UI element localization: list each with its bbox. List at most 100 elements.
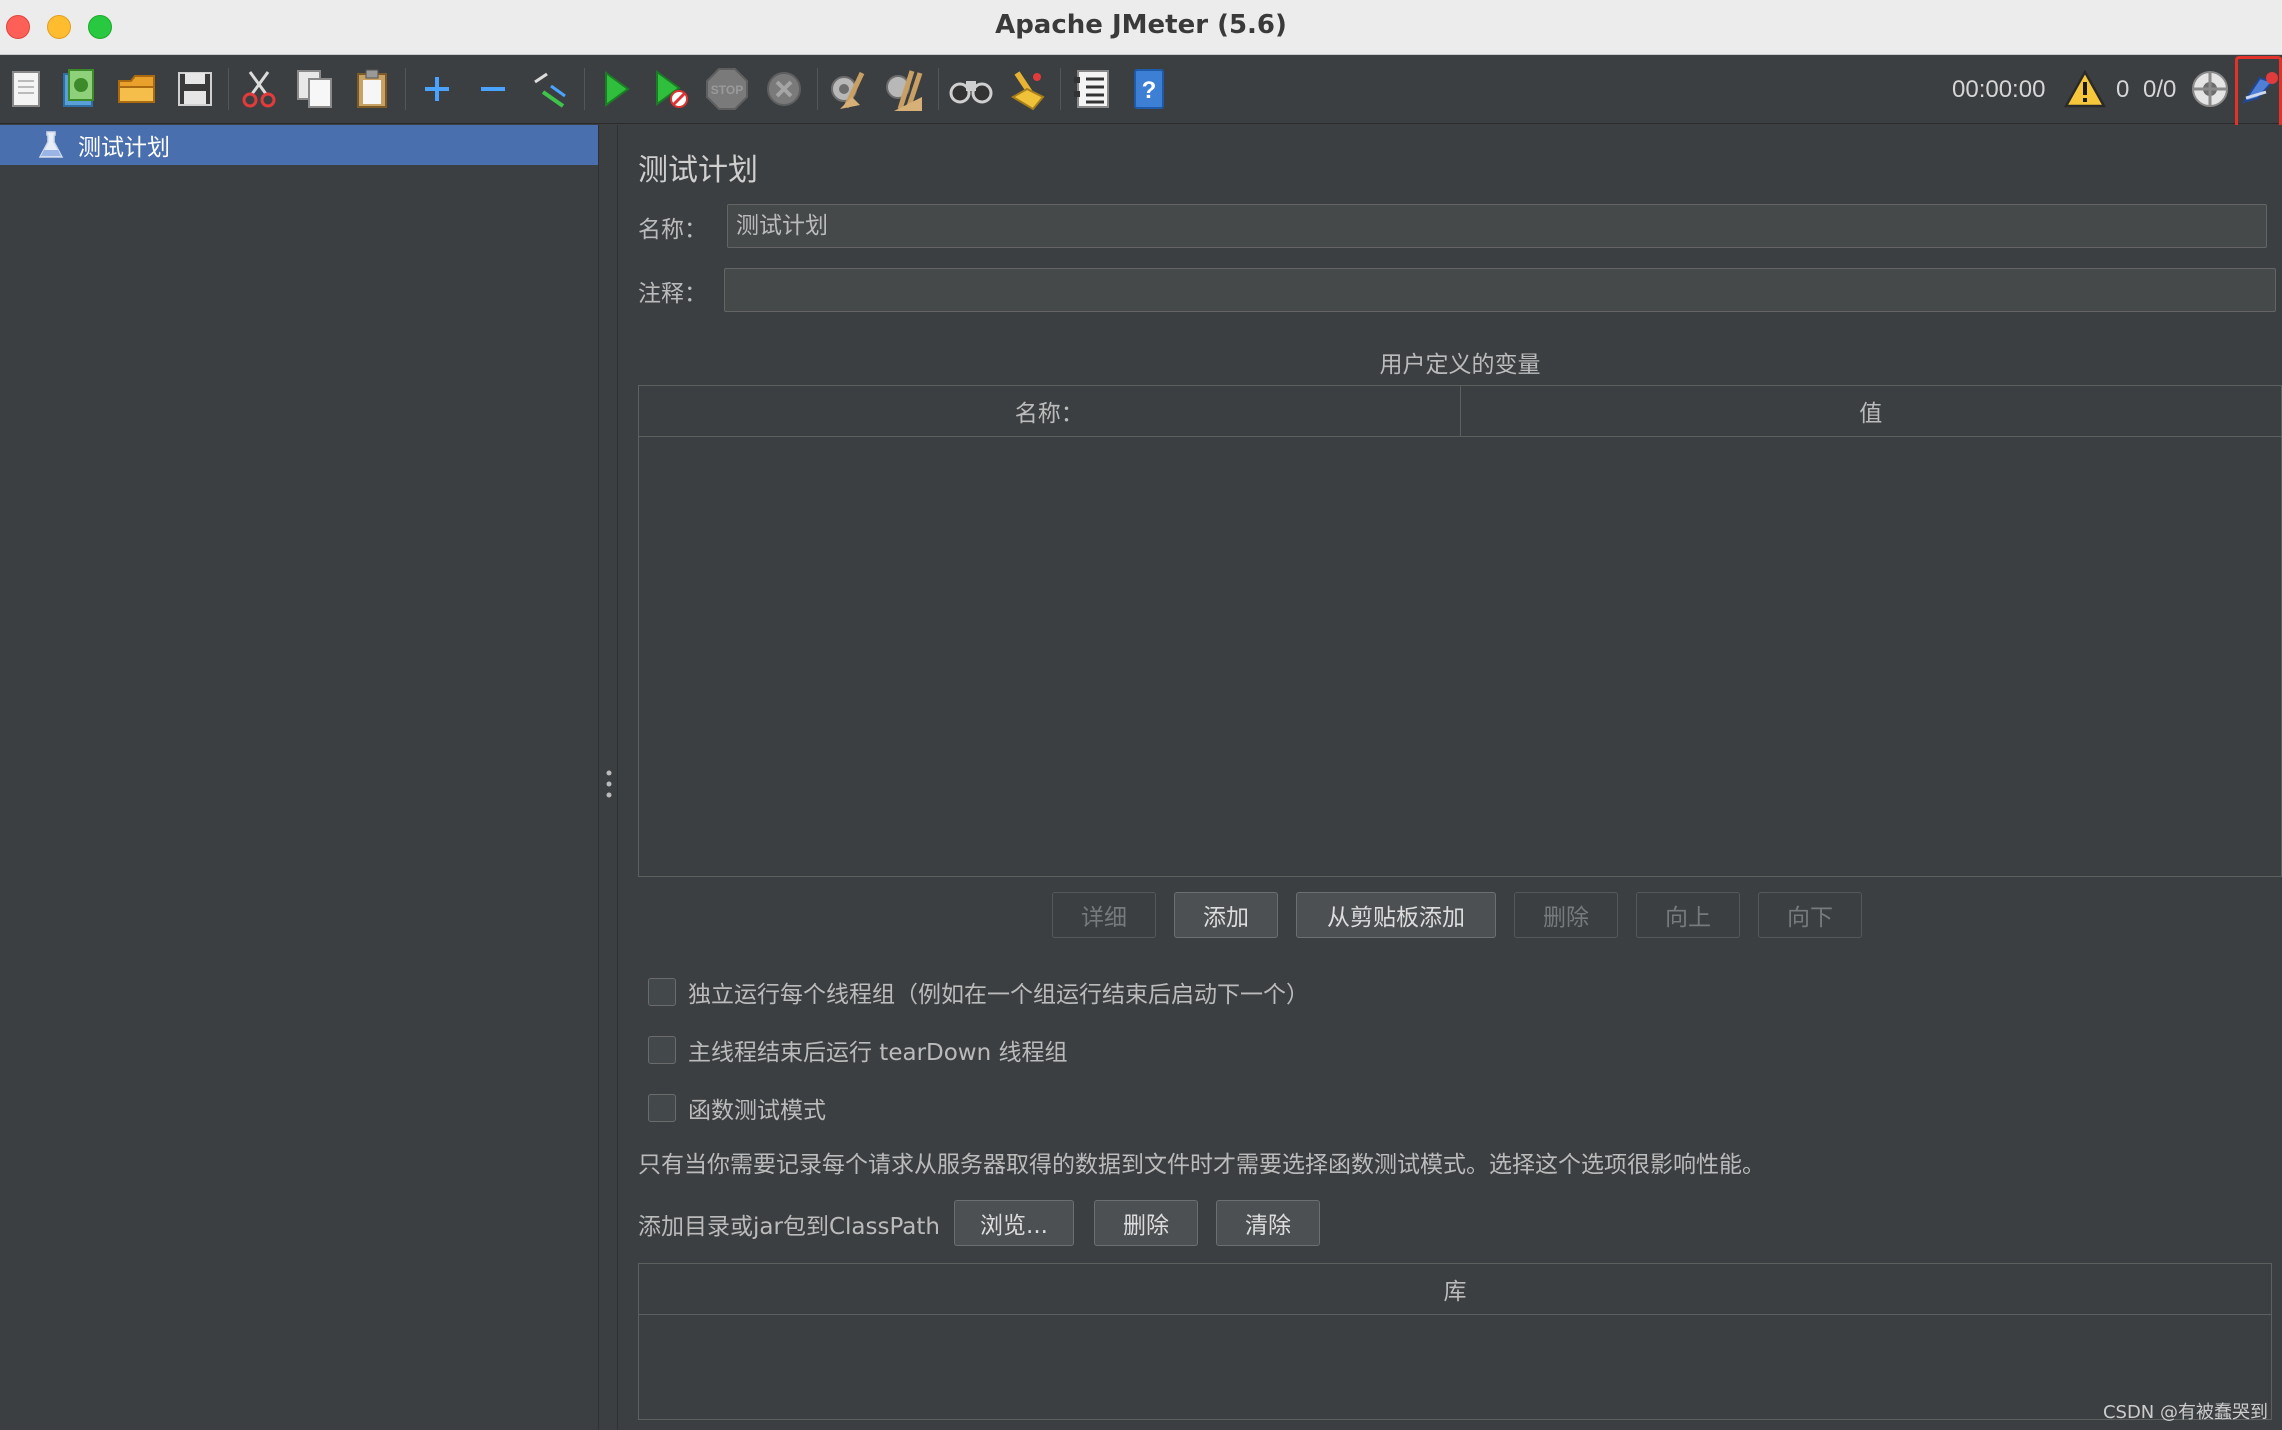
expand-all-button[interactable] xyxy=(414,66,460,112)
svg-text:STOP: STOP xyxy=(711,83,743,97)
templates-icon xyxy=(63,69,94,107)
classpath-clear-button[interactable]: 清除 xyxy=(1216,1200,1320,1246)
run-consecutively-checkbox[interactable] xyxy=(648,978,676,1006)
open-button[interactable] xyxy=(114,66,160,112)
toolbar-separator xyxy=(1060,68,1061,110)
library-table-header: 库 xyxy=(638,1263,2272,1315)
library-table-body[interactable] xyxy=(638,1315,2272,1420)
help-icon: ? xyxy=(1134,69,1164,109)
svg-text:?: ? xyxy=(1142,77,1157,104)
new-icon xyxy=(12,71,40,107)
toggle-button[interactable] xyxy=(527,66,573,112)
checkbox-label: 独立运行每个线程组（例如在一个组运行结束后启动下一个） xyxy=(688,982,1309,1008)
function-helper-icon xyxy=(1074,70,1109,108)
teardown-after-shutdown-option[interactable]: 主线程结束后运行 tearDown 线程组 xyxy=(648,1033,1068,1067)
comment-field[interactable] xyxy=(724,268,2276,312)
search-icon xyxy=(949,81,993,104)
highlight-box xyxy=(2235,56,2282,128)
clear-all-button[interactable] xyxy=(881,66,927,112)
reset-search-icon xyxy=(1011,71,1045,111)
function-helper-button[interactable] xyxy=(1069,66,1115,112)
classpath-label: 添加目录或jar包到ClassPath xyxy=(638,1214,940,1240)
watermark: CSDN @有被蠢哭到 xyxy=(2102,1402,2268,1423)
copy-icon xyxy=(297,70,332,108)
functional-test-mode-option[interactable]: 函数测试模式 xyxy=(648,1091,826,1125)
test-plan-icon xyxy=(38,131,64,158)
drag-handle-icon xyxy=(606,770,612,798)
paste-button[interactable] xyxy=(349,66,395,112)
reset-search-button[interactable] xyxy=(1004,66,1050,112)
name-label: 名称： xyxy=(638,217,707,243)
open-icon xyxy=(118,75,155,103)
variables-table-header: 名称： 值 xyxy=(638,385,2282,437)
toggle-icon xyxy=(534,72,566,108)
remote-status-button[interactable] xyxy=(2187,66,2233,112)
checkbox-label: 函数测试模式 xyxy=(688,1098,826,1124)
templates-button[interactable] xyxy=(57,66,103,112)
save-button[interactable] xyxy=(172,66,218,112)
test-plan-panel: 测试计划 名称： 测试计划 注释： 用户定义的变量 名称： 值 详细 添加 从剪… xyxy=(619,125,2282,1430)
user-defined-variables-title: 用户定义的变量 xyxy=(1379,352,1541,378)
stop-icon: STOP xyxy=(706,68,748,110)
start-button[interactable] xyxy=(592,66,638,112)
thread-count: 0/0 xyxy=(2143,76,2177,103)
help-button[interactable]: ? xyxy=(1126,66,1172,112)
new-button[interactable] xyxy=(4,66,50,112)
warning-count: 0 xyxy=(2116,76,2130,103)
move-down-button[interactable]: 向下 xyxy=(1758,892,1862,938)
column-header-library[interactable]: 库 xyxy=(639,1264,2271,1314)
toolbar: STOP ? 00:00:00 0 0/0 xyxy=(0,56,2282,124)
elapsed-timer: 00:00:00 xyxy=(1952,76,2046,103)
add-from-clipboard-button[interactable]: 从剪贴板添加 xyxy=(1296,892,1496,938)
checkbox-label: 主线程结束后运行 tearDown 线程组 xyxy=(688,1040,1068,1066)
tree-item-test-plan[interactable]: 测试计划 xyxy=(0,125,598,165)
add-button[interactable]: 添加 xyxy=(1174,892,1278,938)
remote-status-icon xyxy=(2192,71,2228,107)
classpath-delete-button[interactable]: 删除 xyxy=(1094,1200,1198,1246)
clear-button[interactable] xyxy=(824,66,870,112)
variables-table-body[interactable] xyxy=(638,437,2282,877)
warning-indicator[interactable] xyxy=(2062,66,2108,112)
split-pane-divider[interactable] xyxy=(598,125,618,1430)
browse-button[interactable]: 浏览... xyxy=(954,1200,1074,1246)
functional-mode-checkbox[interactable] xyxy=(648,1094,676,1122)
shutdown-button[interactable] xyxy=(761,66,807,112)
shutdown-icon xyxy=(767,72,801,106)
start-no-pauses-button[interactable] xyxy=(648,66,694,112)
test-plan-tree: 测试计划 xyxy=(0,125,598,1430)
paste-icon xyxy=(357,69,387,108)
cut-button[interactable] xyxy=(236,66,282,112)
delete-button[interactable]: 删除 xyxy=(1514,892,1618,938)
clear-icon xyxy=(831,71,865,109)
column-header-value[interactable]: 值 xyxy=(1461,386,2282,436)
copy-button[interactable] xyxy=(292,66,338,112)
start-icon xyxy=(605,71,630,107)
functional-mode-note: 只有当你需要记录每个请求从服务器取得的数据到文件时才需要选择函数测试模式。选择这… xyxy=(638,1152,1765,1178)
toolbar-separator xyxy=(938,68,939,110)
comment-label: 注释： xyxy=(638,281,707,307)
toolbar-separator xyxy=(817,68,818,110)
toolbar-separator xyxy=(228,68,229,110)
save-icon xyxy=(178,72,212,106)
name-field[interactable]: 测试计划 xyxy=(727,204,2267,248)
column-header-name[interactable]: 名称： xyxy=(639,386,1461,436)
collapse-all-button[interactable] xyxy=(470,66,516,112)
cut-icon xyxy=(242,71,276,108)
start-no-pause-icon xyxy=(656,70,688,108)
move-up-button[interactable]: 向上 xyxy=(1636,892,1740,938)
expand-icon xyxy=(425,77,449,101)
window-title: Apache JMeter (5.6) xyxy=(995,10,1287,40)
toolbar-separator xyxy=(405,68,406,110)
detail-button[interactable]: 详细 xyxy=(1052,892,1156,938)
run-thread-groups-consecutively-option[interactable]: 独立运行每个线程组（例如在一个组运行结束后启动下一个） xyxy=(648,975,1309,1009)
title-bar: Apache JMeter (5.6) xyxy=(0,0,2282,55)
toolbar-separator xyxy=(584,68,585,110)
collapse-icon xyxy=(481,87,505,91)
search-button[interactable] xyxy=(948,66,994,112)
clear-all-icon xyxy=(886,70,923,111)
warning-icon xyxy=(2063,69,2107,108)
tree-item-label: 测试计划 xyxy=(78,135,170,161)
stop-button[interactable]: STOP xyxy=(704,66,750,112)
teardown-checkbox[interactable] xyxy=(648,1036,676,1064)
panel-title: 测试计划 xyxy=(638,153,758,188)
